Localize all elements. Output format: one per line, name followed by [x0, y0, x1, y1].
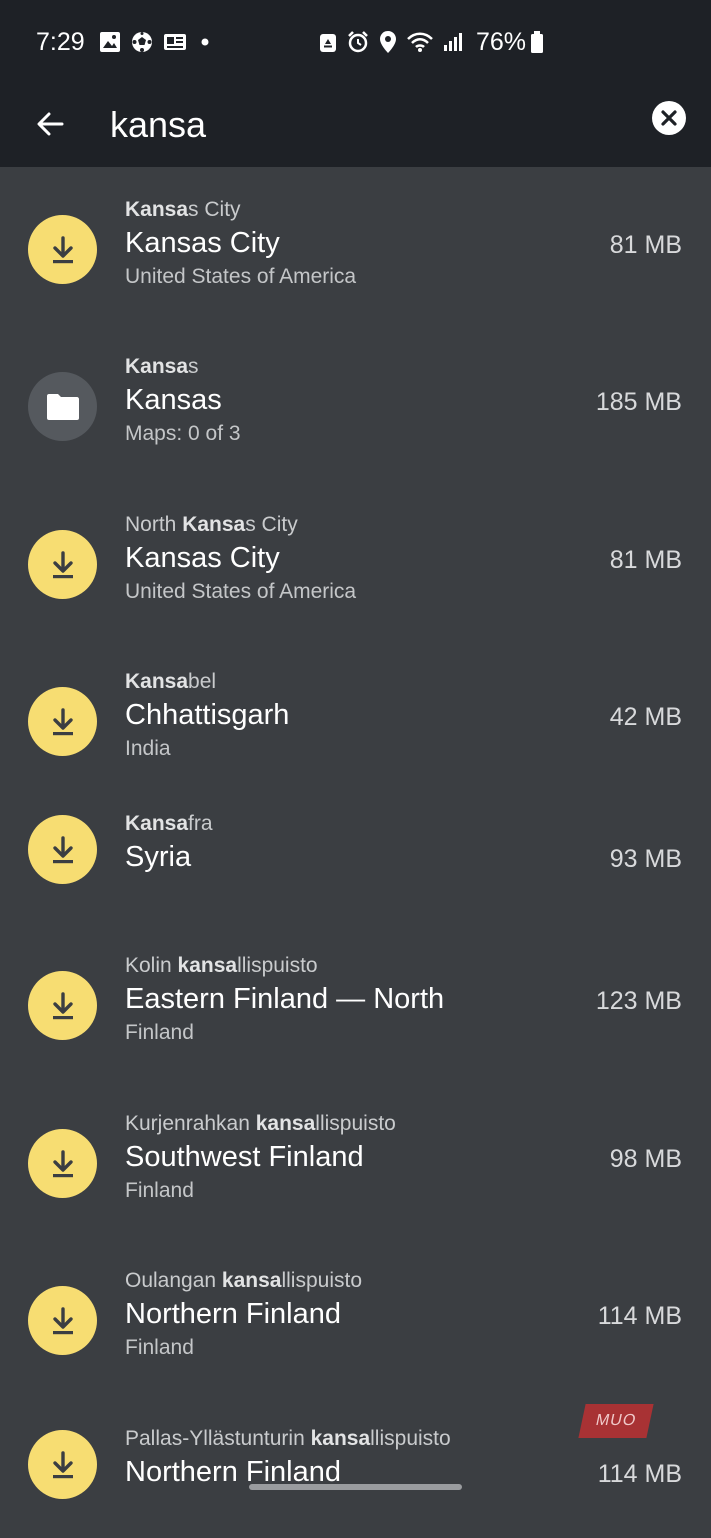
result-size: 185 MB [595, 388, 682, 416]
result-row[interactable]: Kolin kansallispuisto Eastern Finland — N… [0, 923, 711, 1080]
result-subtitle: Maps: 0 of 3 [125, 422, 241, 445]
result-subtitle: Finland [125, 1021, 194, 1044]
search-input[interactable] [110, 98, 610, 152]
result-row[interactable]: Oulangan kansallispuisto Northern Finland… [0, 1238, 711, 1395]
status-bar: 7:29 76% [0, 0, 711, 84]
download-icon[interactable] [28, 530, 97, 599]
result-title: Eastern Finland — North [125, 983, 445, 1015]
result-size: 114 MB [597, 1302, 682, 1330]
result-text: Kolin kansallispuisto Eastern Finland — N… [125, 953, 444, 1047]
result-text: Kansas City Kansas City United States of A… [125, 197, 356, 291]
result-size: 114 MB [597, 1460, 682, 1488]
download-icon[interactable] [28, 215, 97, 284]
result-title: Kansas [125, 384, 222, 416]
alarm-icon [346, 30, 370, 54]
result-size: 42 MB [609, 703, 682, 731]
result-row[interactable]: Kansas Kansas Maps: 0 of 3 185 MB [0, 324, 711, 481]
clear-search-button[interactable] [652, 101, 686, 135]
watermark-logo: MUO [578, 1404, 654, 1438]
status-time: 7:29 [36, 27, 85, 56]
result-row[interactable]: Kansafra Syria 93 MB [0, 781, 711, 923]
wifi-icon [406, 31, 434, 53]
match-label: Kansabel [125, 670, 217, 693]
result-text: Oulangan kansallispuisto Northern Finland… [125, 1268, 362, 1362]
search-toolbar [0, 84, 711, 167]
result-size: 123 MB [595, 987, 682, 1015]
arrow-left-icon [37, 112, 64, 136]
result-text: Pallas-Yllästunturin kansallispuisto Nort… [125, 1426, 451, 1490]
result-title: Kansas City [125, 542, 280, 574]
result-title: Syria [125, 841, 192, 873]
signal-icon [442, 31, 464, 53]
match-label: Kolin kansallispuisto [125, 954, 318, 977]
match-label: Kansas [125, 355, 199, 378]
dot-icon [197, 34, 213, 50]
download-icon[interactable] [28, 1286, 97, 1355]
match-label: Kansas City [125, 198, 241, 221]
result-text: Kansafra Syria [125, 811, 213, 875]
back-button[interactable] [30, 104, 70, 144]
download-icon[interactable] [28, 815, 97, 884]
news-icon [163, 32, 187, 52]
result-subtitle: Finland [125, 1336, 194, 1359]
result-size: 93 MB [609, 845, 682, 873]
match-label: Kansafra [125, 812, 213, 835]
result-title: Southwest Finland [125, 1141, 364, 1173]
match-label: North Kansas City [125, 513, 298, 536]
download-icon[interactable] [28, 1430, 97, 1499]
result-subtitle: United States of America [125, 265, 357, 288]
battery-icon [530, 30, 544, 54]
folder-icon [28, 372, 97, 441]
result-row[interactable]: Kurjenrahkan kansallispuisto Southwest Fi… [0, 1081, 711, 1238]
location-icon [378, 30, 398, 54]
download-icon[interactable] [28, 971, 97, 1040]
soccer-ball-icon [131, 31, 153, 53]
result-row[interactable]: Kansabel Chhattisgarh India 42 MB [0, 639, 711, 796]
status-right: 76% [318, 0, 552, 84]
result-text: Kurjenrahkan kansallispuisto Southwest Fi… [125, 1111, 396, 1205]
download-icon[interactable] [28, 687, 97, 756]
gesture-handle[interactable] [249, 1484, 462, 1490]
result-title: Northern Finland [125, 1298, 341, 1330]
image-icon [99, 31, 121, 53]
match-label: Oulangan kansallispuisto [125, 1269, 363, 1292]
result-title: Kansas City [125, 227, 280, 259]
result-title: Chhattisgarh [125, 699, 290, 731]
result-size: 81 MB [609, 231, 682, 259]
result-text: Kansabel Chhattisgarh India [125, 669, 289, 763]
battery-percentage: 76% [476, 27, 527, 56]
result-text: North Kansas City Kansas City United State… [125, 512, 356, 606]
match-label: Pallas-Yllästunturin kansallispuisto [125, 1427, 451, 1450]
result-subtitle: India [125, 737, 171, 760]
result-text: Kansas Kansas Maps: 0 of 3 [125, 354, 241, 448]
result-subtitle: Finland [125, 1179, 194, 1202]
result-size: 81 MB [609, 546, 682, 574]
recycle-icon [318, 31, 338, 53]
match-label: Kurjenrahkan kansallispuisto [125, 1112, 396, 1135]
result-row[interactable]: North Kansas City Kansas City United State… [0, 482, 711, 639]
result-row[interactable]: Kansas City Kansas City United States of A… [0, 167, 711, 324]
close-circle-icon [661, 110, 677, 126]
result-subtitle: United States of America [125, 580, 357, 603]
result-size: 98 MB [609, 1145, 682, 1173]
download-icon[interactable] [28, 1129, 97, 1198]
